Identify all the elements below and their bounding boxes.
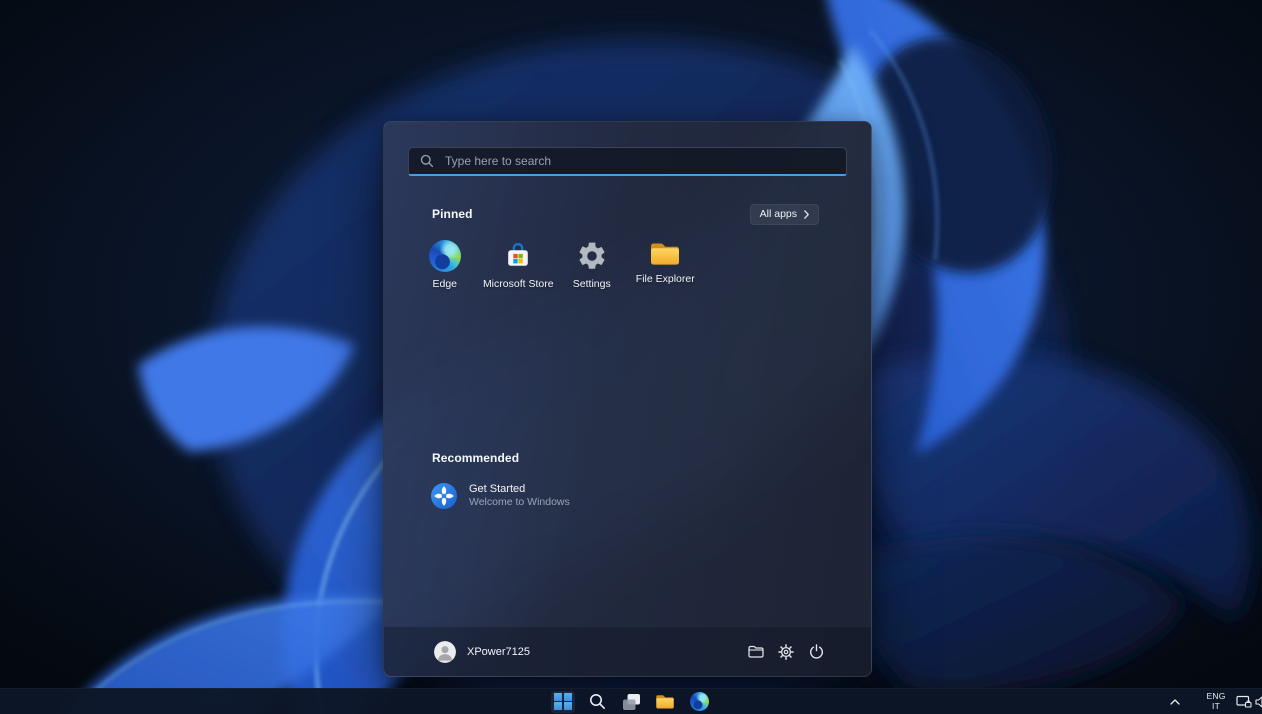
chevron-right-icon [804,210,809,219]
app-label: File Explorer [636,273,695,285]
network-ethernet-icon [1236,695,1252,709]
settings-button[interactable] [771,637,801,667]
chevron-up-icon [1170,699,1180,705]
pinned-app-edge[interactable]: Edge [408,238,482,302]
taskbar-file-explorer-button[interactable] [653,691,677,713]
all-apps-button[interactable]: All apps [750,204,819,225]
documents-folder-icon [748,645,764,658]
search-input[interactable] [443,153,835,169]
app-label: Microsoft Store [483,278,554,290]
pinned-app-file-explorer[interactable]: File Explorer [629,238,703,302]
recommended-item-get-started[interactable]: Get Started Welcome to Windows [420,474,640,518]
get-started-pinwheel-icon [431,483,457,509]
taskbar-edge-button[interactable] [687,691,711,713]
speaker-icon [1255,696,1262,708]
pinned-header-row: Pinned All apps [432,204,819,224]
user-profile-button[interactable]: XPower7125 [430,637,542,667]
user-name: XPower7125 [467,646,530,658]
power-icon [809,644,824,659]
windows-start-icon [554,693,572,711]
pinned-app-microsoft-store[interactable]: Microsoft Store [482,238,556,302]
footer-actions [741,637,831,667]
recommended-item-text: Get Started Welcome to Windows [469,483,570,509]
tray-speaker-button[interactable] [1254,689,1262,714]
start-button[interactable] [551,691,575,713]
start-menu-panel: Pinned All apps Edge [383,121,872,677]
recommended-item-title: Get Started [469,483,570,496]
user-avatar [434,641,456,663]
search-icon [420,154,434,168]
taskbar: ENG IT [0,688,1262,714]
task-view-button[interactable] [619,691,643,713]
file-explorer-folder-icon [655,693,675,710]
edge-icon [429,240,461,272]
settings-gear-icon [778,644,794,660]
pinned-app-grid: Edge Microsoft Store Settings [408,238,702,302]
power-button[interactable] [801,637,831,667]
tray-network-button[interactable] [1234,689,1254,714]
edge-icon [690,692,709,711]
recommended-title: Recommended [432,451,519,465]
language-secondary: IT [1212,702,1220,712]
app-label: Settings [573,278,611,290]
pinned-title: Pinned [432,207,473,221]
start-menu-footer: XPower7125 [384,626,871,676]
search-box[interactable] [408,147,847,176]
all-apps-label: All apps [760,208,797,220]
desktop: Pinned All apps Edge [0,0,1262,714]
task-view-icon [622,693,641,711]
recommended-item-subtitle: Welcome to Windows [469,496,570,509]
search-icon [589,693,606,710]
pinned-app-settings[interactable]: Settings [555,238,629,302]
tray-language-button[interactable]: ENG IT [1203,689,1229,714]
taskbar-search-button[interactable] [585,691,609,713]
settings-gear-icon [576,240,608,272]
file-explorer-folder-icon [649,240,681,267]
recommended-header-row: Recommended [432,448,819,468]
app-label: Edge [432,278,457,290]
tray-chevron-button[interactable] [1165,689,1185,714]
documents-folder-button[interactable] [741,637,771,667]
microsoft-store-icon [502,240,534,272]
taskbar-center-group [551,689,711,714]
